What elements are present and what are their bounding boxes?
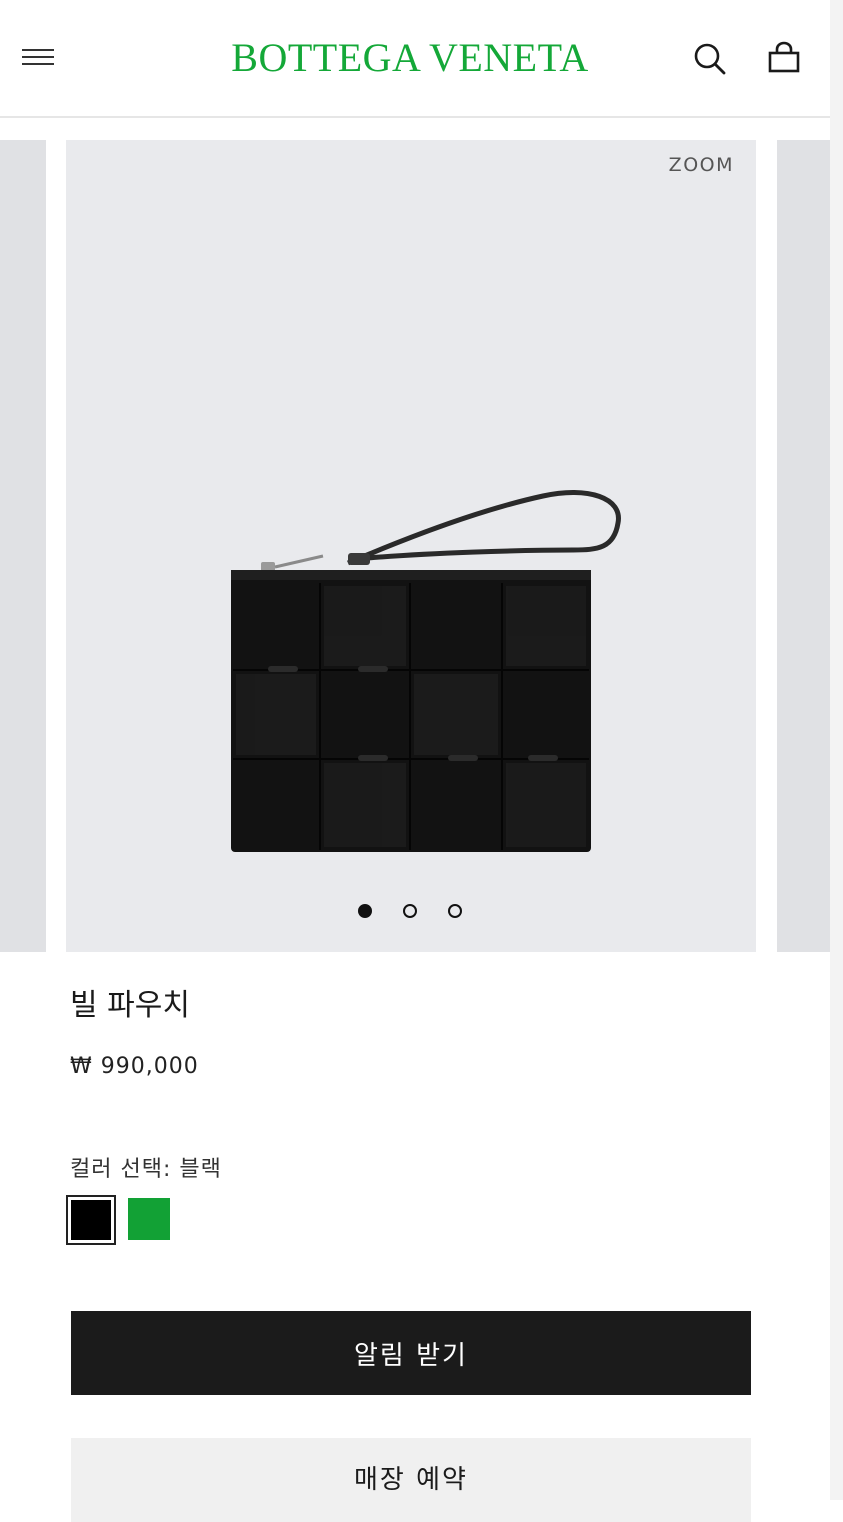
pagination-dot[interactable] (448, 904, 462, 918)
next-slide-peek[interactable] (777, 140, 830, 952)
product-image-carousel[interactable]: ZOOM (0, 140, 830, 952)
notify-me-button[interactable]: 알림 받기 (71, 1311, 751, 1395)
shopping-bag-icon[interactable] (766, 40, 802, 76)
previous-slide-peek[interactable] (0, 140, 46, 952)
pagination-dot[interactable] (403, 904, 417, 918)
color-swatch-black[interactable] (66, 1195, 116, 1245)
color-swatch-green[interactable] (128, 1198, 170, 1240)
pagination-dot[interactable] (358, 904, 372, 918)
page-scrollbar[interactable] (830, 0, 843, 1500)
site-header: BOTTEGA VENETA (0, 0, 830, 118)
product-image-slide[interactable]: ZOOM (66, 140, 756, 952)
product-title: 빌 파우치 (70, 988, 190, 1023)
product-price: ₩ 990,000 (70, 1054, 199, 1079)
product-image (231, 490, 621, 852)
carousel-pagination (66, 902, 756, 922)
search-icon[interactable] (693, 42, 727, 76)
color-selection-label: 컬러 선택: 블랙 (70, 1157, 222, 1182)
zoom-button[interactable]: ZOOM (669, 154, 734, 176)
store-reservation-button[interactable]: 매장 예약 (71, 1438, 751, 1522)
